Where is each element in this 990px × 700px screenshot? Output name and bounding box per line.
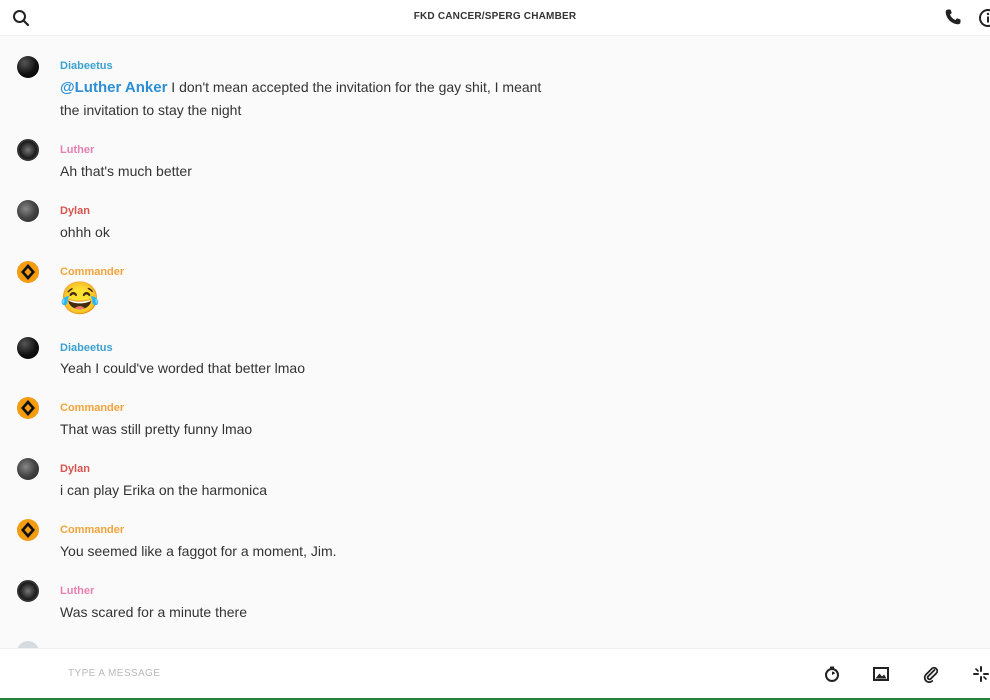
sender-name[interactable]: Diabeetus	[60, 342, 113, 354]
user-mention[interactable]: @Luther Anker	[60, 79, 167, 96]
emoji-laugh: 😂	[60, 280, 100, 316]
message-text: ohhh ok	[60, 224, 110, 240]
sender-name[interactable]: Commander	[60, 266, 124, 278]
chat-header: FKD CANCER/SPERG CHAMBER	[0, 0, 990, 36]
conversation-title: FKD CANCER/SPERG CHAMBER	[413, 11, 577, 22]
avatar[interactable]	[17, 641, 39, 648]
image-icon[interactable]	[872, 665, 890, 683]
message-text: i can play Erika on the harmonica	[60, 482, 267, 498]
avatar[interactable]	[17, 200, 39, 222]
message-list[interactable]: Diabeetus @Luther Anker I don't mean acc…	[0, 36, 990, 648]
diamond-logo-icon	[21, 400, 35, 416]
phone-icon[interactable]	[944, 8, 962, 26]
avatar[interactable]	[17, 261, 39, 283]
info-icon[interactable]	[978, 8, 990, 28]
sender-name[interactable]: Luther	[60, 585, 94, 597]
message-text-part: the invitation to stay the night	[60, 102, 242, 118]
diamond-logo-icon	[21, 522, 35, 538]
sparkle-icon[interactable]	[972, 665, 990, 683]
avatar[interactable]	[17, 458, 39, 480]
sender-name[interactable]: Commander	[60, 524, 124, 536]
message-text: That was still pretty funny lmao	[60, 421, 253, 437]
message-text-part: I don't mean accepted the invitation for…	[167, 79, 542, 95]
avatar[interactable]	[17, 397, 39, 419]
avatar[interactable]	[17, 519, 39, 541]
message-text: Ah that's much better	[60, 163, 192, 179]
message-text: You seemed like a faggot for a moment, J…	[60, 543, 337, 559]
avatar[interactable]	[17, 337, 39, 359]
avatar[interactable]	[17, 580, 39, 602]
diamond-logo-icon	[21, 264, 35, 280]
sender-name[interactable]: Dylan	[60, 205, 90, 217]
message-text: @Luther Anker I don't mean accepted the …	[60, 76, 560, 121]
message-input[interactable]	[68, 668, 668, 679]
sender-name[interactable]: Commander	[60, 402, 124, 414]
sender-name[interactable]: Diabeetus	[60, 60, 113, 72]
avatar[interactable]	[17, 139, 39, 161]
message-text: Yeah I could've worded that better lmao	[60, 360, 305, 376]
attachment-icon[interactable]	[922, 665, 940, 683]
message-text: Was scared for a minute there	[60, 604, 248, 620]
sender-name[interactable]: Luther	[60, 144, 94, 156]
timer-icon[interactable]	[823, 665, 841, 683]
message-composer	[0, 648, 990, 700]
sender-name[interactable]: Dylan	[60, 463, 90, 475]
avatar[interactable]	[17, 56, 39, 78]
